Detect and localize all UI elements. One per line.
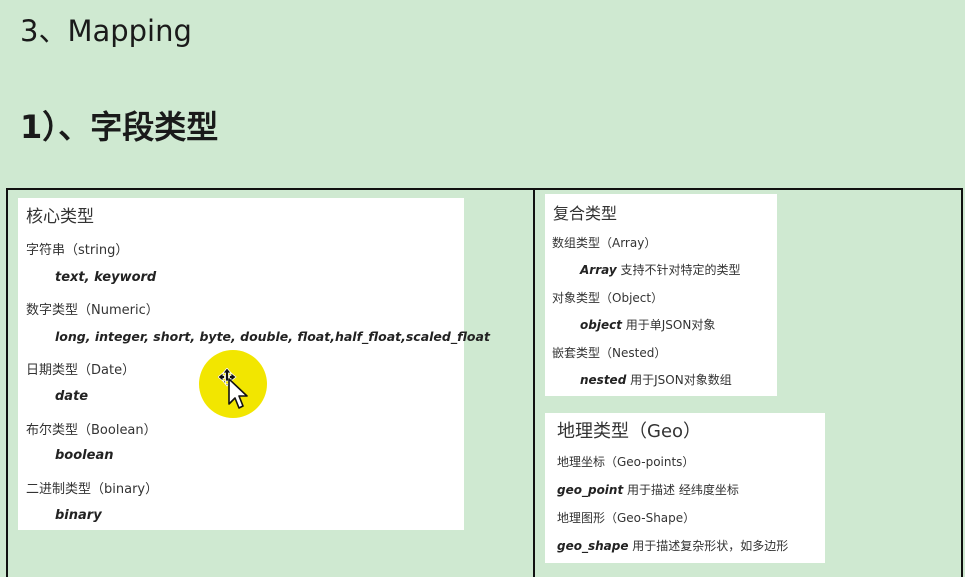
table-divider bbox=[533, 188, 535, 577]
core-row-label: 字符串（string） bbox=[26, 243, 129, 258]
core-row-value: binary bbox=[55, 508, 102, 523]
complex-row-value-name: nested bbox=[580, 373, 627, 387]
complex-row-value-name: object bbox=[580, 318, 622, 332]
geo-types-title: 地理类型（Geo） bbox=[557, 421, 702, 442]
core-row-value: date bbox=[55, 389, 89, 404]
geo-row-label: 地理图形（Geo-Shape） bbox=[557, 511, 696, 525]
geo-row-value: geo_shape 用于描述复杂形状，如多边形 bbox=[557, 537, 788, 554]
core-types-title: 核心类型 bbox=[26, 207, 94, 227]
complex-types-card: 复合类型 数组类型（Array） Array 支持不针对特定的类型 对象类型（O… bbox=[545, 194, 777, 396]
complex-row-label: 对象类型（Object） bbox=[552, 291, 664, 305]
move-cursor-icon bbox=[218, 368, 248, 409]
geo-row-value-name: geo_point bbox=[557, 483, 624, 497]
complex-row-label: 嵌套类型（Nested） bbox=[552, 346, 667, 360]
core-row-value: long, integer, short, byte, double, floa… bbox=[55, 329, 490, 344]
complex-row-value-desc: 用于JSON对象数组 bbox=[626, 373, 732, 387]
core-row-label: 数字类型（Numeric） bbox=[26, 303, 159, 318]
section-title: 1）、字段类型 bbox=[20, 108, 219, 146]
page-title: 3、Mapping bbox=[20, 14, 192, 48]
complex-row-value: Array 支持不针对特定的类型 bbox=[580, 261, 741, 278]
geo-row-value-desc: 用于描述复杂形状，如多边形 bbox=[628, 539, 789, 553]
core-row-label: 二进制类型（binary） bbox=[26, 482, 159, 497]
geo-row-value: geo_point 用于描述 经纬度坐标 bbox=[557, 481, 739, 498]
complex-row-value: object 用于单JSON对象 bbox=[580, 316, 715, 333]
core-row-label: 布尔类型（Boolean） bbox=[26, 423, 157, 438]
geo-row-value-desc: 用于描述 经纬度坐标 bbox=[623, 483, 739, 497]
complex-types-title: 复合类型 bbox=[553, 204, 618, 223]
core-row-label: 日期类型（Date） bbox=[26, 363, 136, 378]
geo-row-value-name: geo_shape bbox=[557, 539, 629, 553]
complex-row-value: nested 用于JSON对象数组 bbox=[580, 371, 732, 388]
core-row-value: boolean bbox=[55, 448, 114, 463]
core-row-value: text, keyword bbox=[55, 270, 157, 285]
geo-row-label: 地理坐标（Geo-points） bbox=[557, 455, 695, 469]
complex-row-value-name: Array bbox=[580, 263, 617, 277]
complex-row-value-desc: 支持不针对特定的类型 bbox=[616, 263, 741, 277]
complex-row-label: 数组类型（Array） bbox=[552, 236, 657, 250]
geo-types-card: 地理类型（Geo） 地理坐标（Geo-points） geo_point 用于描… bbox=[545, 413, 825, 563]
complex-row-value-desc: 用于单JSON对象 bbox=[621, 318, 716, 332]
